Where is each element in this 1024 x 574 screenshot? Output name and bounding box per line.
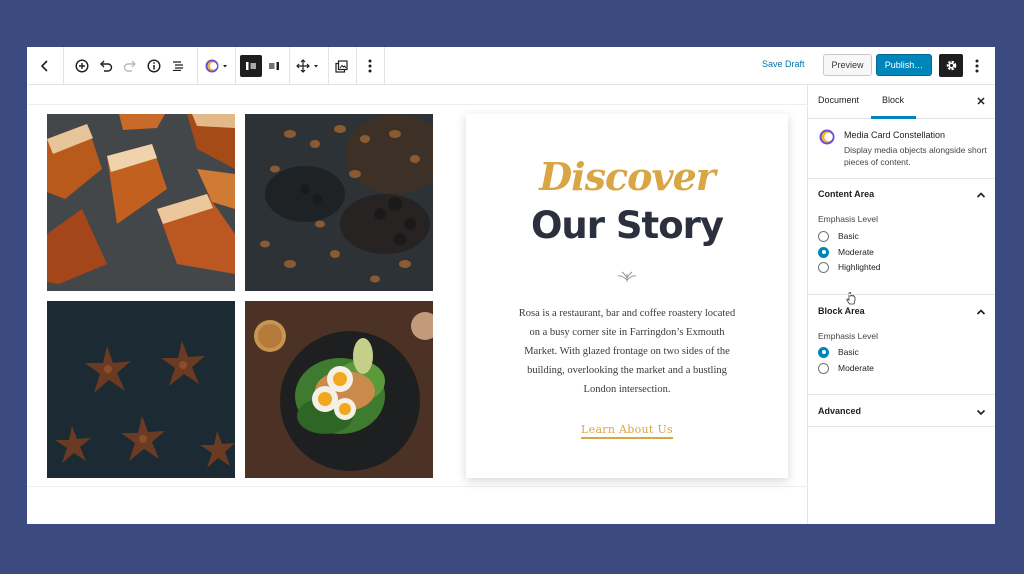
add-block-icon[interactable]: [72, 47, 92, 85]
radio-circle[interactable]: [818, 261, 829, 273]
gallery-image-sweets[interactable]: [47, 114, 235, 291]
align-left-card-icon[interactable]: [240, 55, 262, 77]
editor-canvas: Discover Our Story Rosa is a restaurant,…: [27, 85, 808, 524]
align-right-card-icon[interactable]: [264, 47, 284, 85]
radio-block-basic[interactable]: Basic: [818, 346, 859, 358]
block-type-icon: [819, 129, 835, 150]
block-description: Display media objects alongside short pi…: [844, 145, 987, 167]
save-draft-link[interactable]: Save Draft: [762, 59, 805, 69]
replace-media-icon[interactable]: [330, 47, 352, 85]
panel-divider: [808, 294, 995, 295]
block-title: Media Card Constellation: [844, 130, 946, 140]
top-toolbar: Save Draft Preview Publish…: [27, 47, 995, 85]
editor-window: Save Draft Preview Publish… Discover Our…: [27, 47, 995, 524]
radio-content-highlighted[interactable]: Highlighted: [818, 261, 881, 273]
gallery-image-coffee-beans[interactable]: [245, 114, 433, 291]
radio-content-basic[interactable]: Basic: [818, 230, 859, 242]
chevron-up-icon[interactable]: [975, 188, 987, 206]
script-heading: Discover: [539, 154, 716, 199]
media-card[interactable]: Discover Our Story Rosa is a restaurant,…: [466, 114, 788, 478]
panel-title-content-area[interactable]: Content Area: [818, 189, 874, 199]
field-label-emphasis: Emphasis Level: [818, 214, 879, 224]
block-type-icon[interactable]: [201, 47, 231, 85]
publish-button[interactable]: Publish…: [876, 54, 932, 76]
panel-title-advanced[interactable]: Advanced: [818, 406, 861, 416]
learn-about-us-wrapper: Learn About Us: [466, 420, 788, 439]
chevron-down-icon[interactable]: [975, 405, 987, 423]
editor-more-icon[interactable]: [969, 47, 985, 85]
learn-about-us-link[interactable]: Learn About Us: [581, 423, 673, 439]
field-label-emphasis: Emphasis Level: [818, 331, 879, 341]
radio-circle[interactable]: [818, 230, 829, 242]
block-top-border: [27, 104, 808, 105]
gallery-image-egg-plate[interactable]: [245, 301, 433, 478]
info-icon[interactable]: [144, 47, 164, 85]
settings-sidebar: Document Block Media Card Constellation …: [808, 85, 995, 524]
radio-block-moderate[interactable]: Moderate: [818, 362, 874, 374]
settings-gear-icon[interactable]: [939, 54, 963, 77]
card-description: Rosa is a restaurant, bar and coffee roa…: [518, 308, 736, 395]
block-card: Media Card Constellation Display media o…: [808, 119, 995, 179]
radio-circle[interactable]: [818, 362, 829, 374]
block-navigation-icon[interactable]: [168, 47, 188, 85]
back-icon[interactable]: [35, 47, 55, 85]
redo-icon[interactable]: [120, 47, 140, 85]
tab-block[interactable]: Block: [882, 95, 904, 105]
move-icon[interactable]: [293, 47, 323, 85]
preview-button[interactable]: Preview: [823, 54, 872, 76]
close-sidebar-icon[interactable]: [975, 94, 987, 112]
block-bottom-border: [27, 486, 808, 487]
radio-content-moderate[interactable]: Moderate: [818, 246, 874, 258]
panel-divider: [808, 426, 995, 427]
more-options-icon[interactable]: [360, 47, 380, 85]
radio-circle-checked[interactable]: [818, 246, 829, 258]
undo-icon[interactable]: [96, 47, 116, 85]
panel-divider: [808, 394, 995, 395]
tab-document[interactable]: Document: [818, 95, 859, 105]
leaf-ornament-icon: [616, 270, 638, 288]
radio-circle-checked[interactable]: [818, 346, 829, 358]
gallery-image-star-anise[interactable]: [47, 301, 235, 478]
chevron-up-icon[interactable]: [975, 305, 987, 323]
card-heading: Our Story: [530, 204, 724, 247]
panel-title-block-area[interactable]: Block Area: [818, 306, 865, 316]
sidebar-tabs: Document Block: [808, 85, 995, 119]
